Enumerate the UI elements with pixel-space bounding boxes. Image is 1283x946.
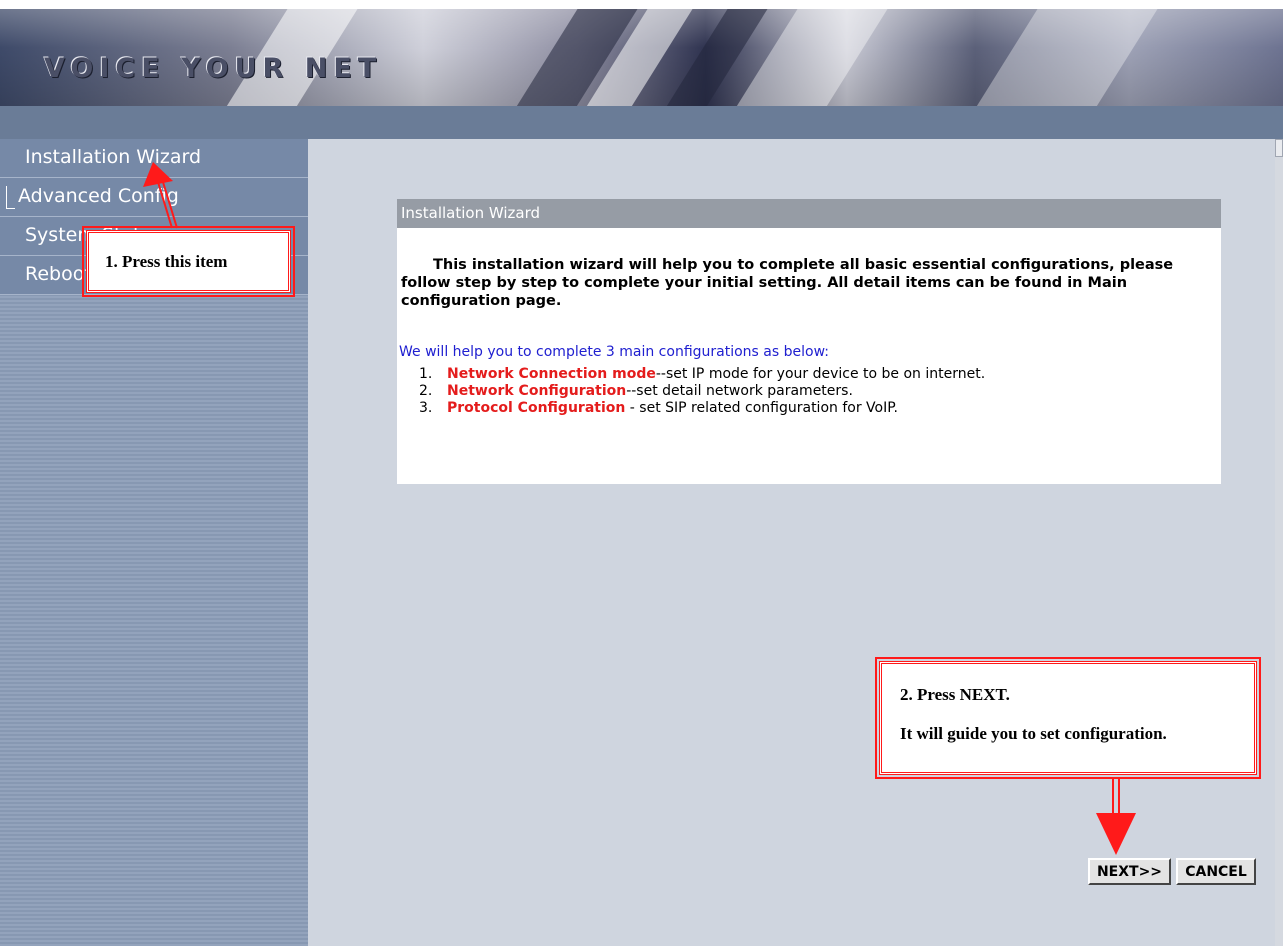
step-number: 1. bbox=[419, 366, 433, 382]
cancel-button[interactable]: CANCEL bbox=[1176, 858, 1256, 885]
step-desc: --set IP mode for your device to be on i… bbox=[655, 366, 986, 382]
sidebar-item-label: Advanced Config bbox=[18, 185, 179, 207]
step-key: Network Configuration bbox=[447, 383, 627, 399]
tree-bracket-icon bbox=[6, 186, 15, 209]
list-item: 1. Network Connection mode--set IP mode f… bbox=[419, 366, 1221, 383]
brand-logo: VOICE YOUR NET bbox=[44, 53, 383, 84]
sidebar-item-label: Installation Wizard bbox=[25, 146, 202, 168]
callout-step2-line1: 2. Press NEXT. bbox=[900, 685, 1010, 704]
step-key: Network Connection mode bbox=[447, 366, 656, 382]
next-button[interactable]: NEXT>> bbox=[1088, 858, 1171, 885]
step-desc: --set detail network parameters. bbox=[626, 383, 853, 399]
step-number: 3. bbox=[419, 400, 433, 416]
callout-step2: 2. Press NEXT. It will guide you to set … bbox=[875, 657, 1261, 779]
intro-text: This installation wizard will help you t… bbox=[401, 257, 1174, 309]
callout-step1: 1. Press this item bbox=[82, 226, 295, 297]
callout-step1-text: 1. Press this item bbox=[105, 252, 228, 271]
sidebar-item-label: Reboot bbox=[25, 263, 92, 285]
header-banner: VOICE YOUR NET bbox=[0, 9, 1283, 106]
scrollbar-up-arrow[interactable] bbox=[1275, 139, 1283, 157]
sidebar-item-advanced-config[interactable]: Advanced Config bbox=[0, 178, 308, 217]
list-item: 2. Network Configuration--set detail netw… bbox=[419, 383, 1221, 400]
top-strip bbox=[0, 0, 1283, 9]
list-item: 3. Protocol Configuration - set SIP relat… bbox=[419, 400, 1221, 417]
scrollbar[interactable] bbox=[1275, 157, 1283, 946]
step-number: 2. bbox=[419, 383, 433, 399]
header-bar bbox=[0, 106, 1283, 139]
config-steps-list: 1. Network Connection mode--set IP mode f… bbox=[397, 366, 1221, 417]
panel-title: Installation Wizard bbox=[397, 199, 1221, 228]
step-key: Protocol Configuration bbox=[447, 400, 626, 416]
step-desc: - set SIP related configuration for VoIP… bbox=[625, 400, 898, 416]
help-line: We will help you to complete 3 main conf… bbox=[399, 344, 829, 360]
callout-step2-line2: It will guide you to set configuration. bbox=[900, 724, 1167, 743]
sidebar-item-installation-wizard[interactable]: Installation Wizard bbox=[0, 139, 308, 178]
wizard-panel: Installation Wizard This installation wi… bbox=[397, 199, 1221, 484]
